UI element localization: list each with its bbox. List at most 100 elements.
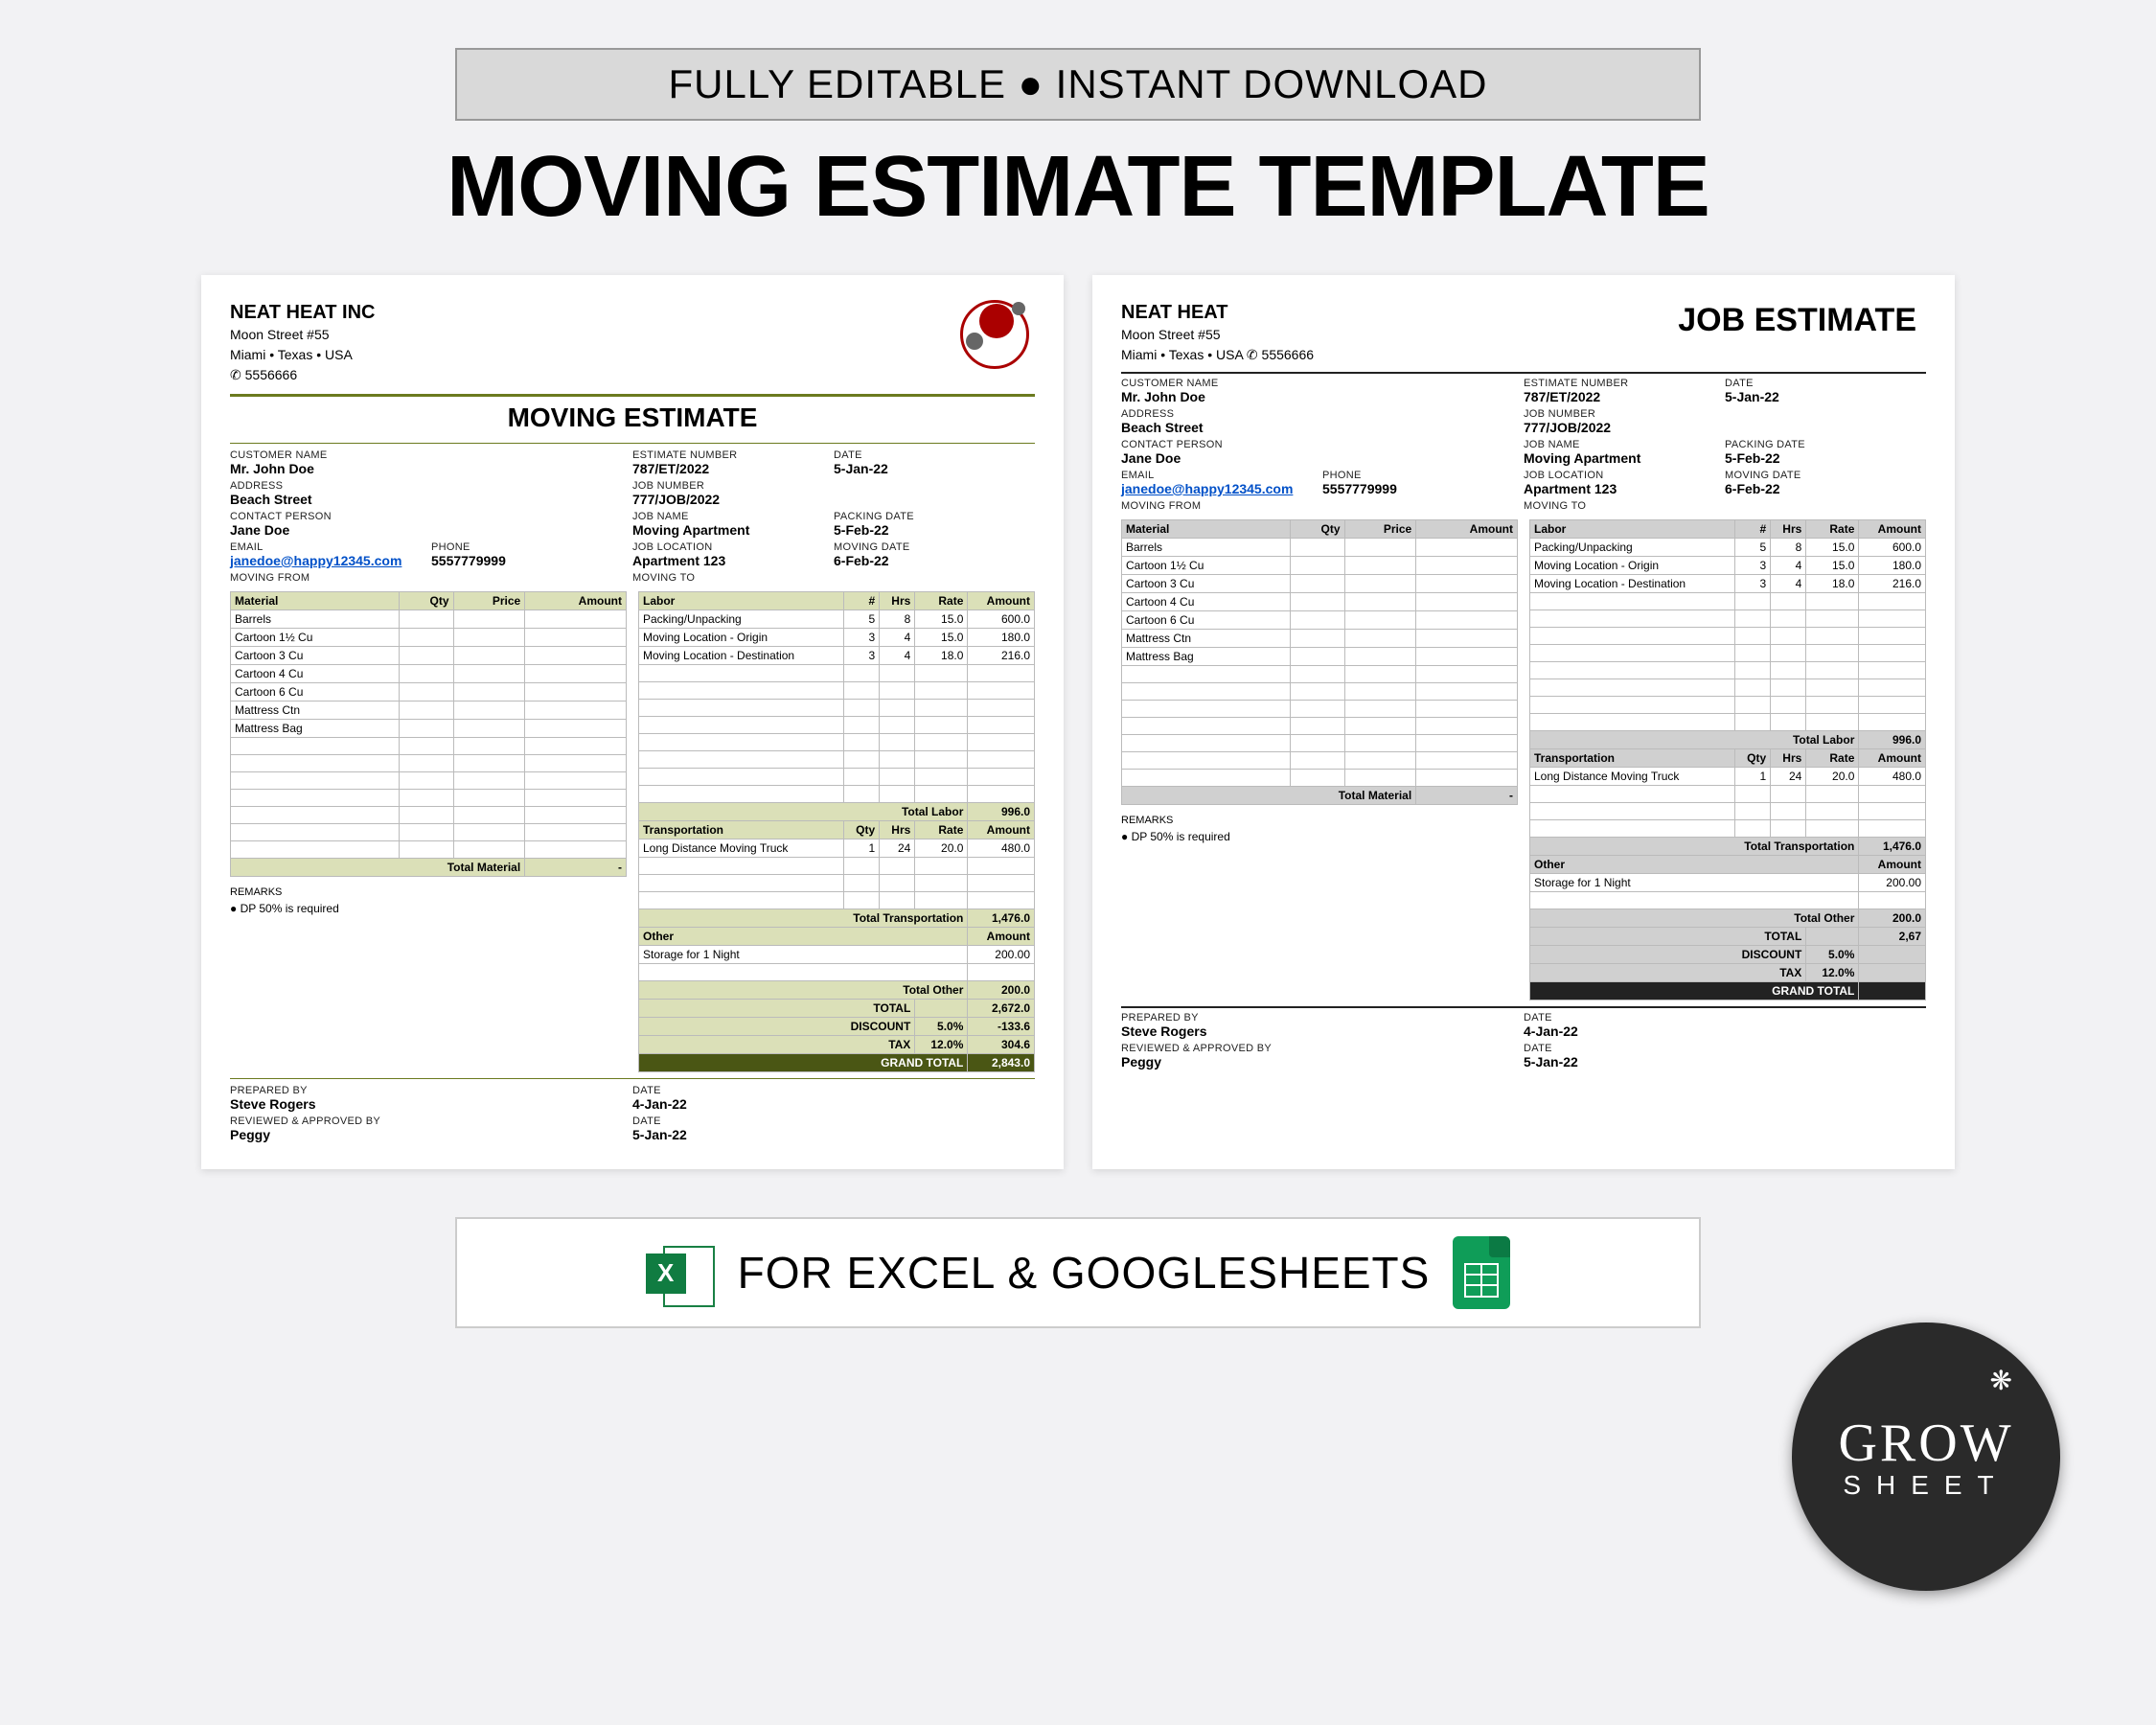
label-job-location: JOB LOCATION: [632, 541, 834, 553]
value-email[interactable]: janedoe@happy12345.com: [230, 553, 431, 568]
value-tax: 304.6: [968, 1035, 1035, 1053]
table-row: Cartoon 6 Cu: [231, 682, 627, 701]
label-total-material: Total Material: [231, 858, 525, 876]
value-moving-date: 6-Feb-22: [834, 553, 1035, 568]
value-contact-person: Jane Doe: [230, 522, 632, 538]
table-row: Cartoon 1½ Cu: [1122, 556, 1518, 574]
value-job-location: Apartment 123: [1524, 481, 1725, 496]
col-amount: Amount: [968, 927, 1035, 945]
label-total-labor: Total Labor: [639, 802, 968, 820]
table-row: Cartoon 3 Cu: [1122, 574, 1518, 592]
value-job-number: 777/JOB/2022: [1524, 420, 1926, 435]
value-total-other: 200.0: [1859, 908, 1926, 927]
labor-table: Labor#HrsRateAmount Packing/Unpacking581…: [638, 591, 1035, 1072]
company-address: Moon Street #55: [230, 326, 1035, 344]
col-hrs: Hrs: [1771, 748, 1806, 767]
value-prepared-date: 4-Jan-22: [1524, 1024, 1926, 1039]
value-contact-person: Jane Doe: [1121, 450, 1524, 466]
value-grand-total: 2,843.0: [968, 1053, 1035, 1071]
col-amount: Amount: [1859, 748, 1926, 767]
page-title: MOVING ESTIMATE TEMPLATE: [115, 138, 2041, 237]
value-email[interactable]: janedoe@happy12345.com: [1121, 481, 1322, 496]
value-moving-date: 6-Feb-22: [1725, 481, 1926, 496]
table-row: Mattress Ctn: [1122, 629, 1518, 647]
document-title: MOVING ESTIMATE: [230, 402, 1035, 433]
label-phone: PHONE: [431, 541, 632, 553]
col-rate: Rate: [1806, 748, 1859, 767]
label-estimate-number: ESTIMATE NUMBER: [1524, 378, 1725, 389]
col-transportation: Transportation: [1530, 748, 1735, 767]
table-row: Mattress Ctn: [231, 701, 627, 719]
col-material: Material: [1122, 519, 1291, 538]
value-total: 2,67: [1859, 927, 1926, 945]
value-total-transport: 1,476.0: [1859, 837, 1926, 855]
table-row: Moving Location - Origin3415.0180.0: [1530, 556, 1926, 574]
labor-rows: Packing/Unpacking5815.0600.0Moving Locat…: [639, 610, 1035, 802]
material-table: MaterialQtyPriceAmount BarrelsCartoon 1½…: [1121, 519, 1518, 805]
transport-rows: Long Distance Moving Truck12420.0480.0: [1530, 767, 1926, 837]
col-labor: Labor: [639, 591, 844, 610]
label-reviewed-by: REVIEWED & APPROVED BY: [1121, 1043, 1524, 1054]
value-discount: -133.6: [968, 1017, 1035, 1035]
value-total-other: 200.0: [968, 980, 1035, 999]
label-total-material: Total Material: [1122, 786, 1416, 804]
col-qty: Qty: [1734, 748, 1770, 767]
table-row: Packing/Unpacking5815.0600.0: [639, 610, 1035, 628]
label-moving-to: MOVING TO: [1524, 500, 1926, 512]
value-reviewed-date: 5-Jan-22: [1524, 1054, 1926, 1070]
label-address: ADDRESS: [230, 480, 632, 492]
label-contact-person: CONTACT PERSON: [1121, 439, 1524, 450]
label-grand-total: GRAND TOTAL: [639, 1053, 968, 1071]
value-job-name: Moving Apartment: [1524, 450, 1725, 466]
label-job-name: JOB NAME: [632, 511, 834, 522]
col-qty: Qty: [843, 820, 879, 839]
value-total-material: -: [1416, 786, 1518, 804]
table-row: Cartoon 3 Cu: [231, 646, 627, 664]
label-total-other: Total Other: [1530, 908, 1859, 927]
label-grand-total: GRAND TOTAL: [1530, 981, 1859, 1000]
table-row: Cartoon 6 Cu: [1122, 610, 1518, 629]
company-phone: ✆ 5556666: [230, 366, 1035, 384]
label-moving-date: MOVING DATE: [834, 541, 1035, 553]
other-row: Storage for 1 Night200.00: [1530, 873, 1926, 891]
col-transportation: Transportation: [639, 820, 844, 839]
table-row: Cartoon 1½ Cu: [231, 628, 627, 646]
col-rate: Rate: [915, 820, 968, 839]
value-job-location: Apartment 123: [632, 553, 834, 568]
value-job-name: Moving Apartment: [632, 522, 834, 538]
badge-line-1: GROW: [1838, 1413, 2013, 1474]
label-discount: DISCOUNT: [1530, 945, 1806, 963]
col-hrs: Hrs: [880, 591, 915, 610]
label-moving-from: MOVING FROM: [230, 572, 632, 584]
value-total-material: -: [525, 858, 627, 876]
col-labor: Labor: [1530, 519, 1735, 538]
label-remarks: REMARKS: [1121, 815, 1518, 826]
googlesheets-icon: [1453, 1236, 1510, 1309]
sheet-container: NEAT HEAT INC Moon Street #55 Miami • Te…: [115, 275, 2041, 1169]
col-hrs: Hrs: [880, 820, 915, 839]
excel-icon: X: [646, 1238, 715, 1307]
material-rows: BarrelsCartoon 1½ CuCartoon 3 CuCartoon …: [231, 610, 627, 858]
label-remarks: REMARKS: [230, 886, 627, 898]
company-address-2: Miami • Texas • USA: [230, 346, 1035, 364]
value-estimate-number: 787/ET/2022: [632, 461, 834, 476]
table-row: Mattress Bag: [1122, 647, 1518, 665]
col-rate: Rate: [1806, 519, 1859, 538]
label-prepared-by: PREPARED BY: [230, 1085, 632, 1096]
document-title: JOB ESTIMATE: [1678, 302, 1916, 339]
table-row: Moving Location - Origin3415.0180.0: [639, 628, 1035, 646]
material-table: MaterialQtyPriceAmount BarrelsCartoon 1½…: [230, 591, 627, 877]
footer-bar: X FOR EXCEL & GOOGLESHEETS: [455, 1217, 1701, 1328]
value-remarks: ● DP 50% is required: [1121, 830, 1518, 843]
col-price: Price: [453, 591, 525, 610]
table-row: Cartoon 4 Cu: [231, 664, 627, 682]
label-job-name: JOB NAME: [1524, 439, 1725, 450]
value-address: Beach Street: [230, 492, 632, 507]
value-remarks: ● DP 50% is required: [230, 902, 627, 915]
col-hash: #: [1734, 519, 1770, 538]
label-total: TOTAL: [1530, 927, 1806, 945]
col-qty: Qty: [1291, 519, 1345, 538]
table-row: Moving Location - Destination3418.0216.0: [639, 646, 1035, 664]
flower-icon: ❋: [1990, 1365, 2012, 1396]
label-reviewed-date: DATE: [632, 1116, 1035, 1127]
